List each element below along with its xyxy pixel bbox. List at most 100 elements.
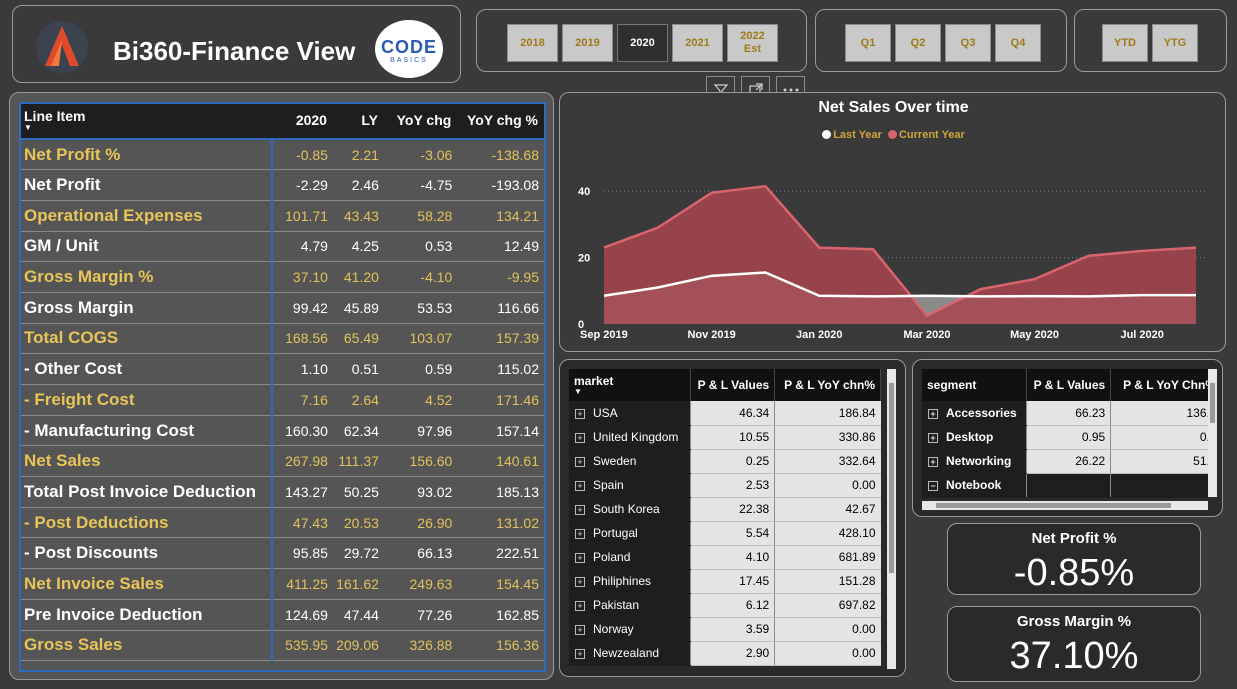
market-scroll-thumb[interactable] — [889, 383, 894, 573]
segment-col-pl-yoy[interactable]: P & L YoY Chn% — [1110, 369, 1208, 401]
market-header-row: market ▼ P & L Values P & L YoY chn% — [569, 369, 881, 401]
market-col-market[interactable]: market ▼ — [569, 369, 692, 401]
market-scrollbar[interactable] — [887, 369, 896, 669]
pl-row[interactable]: - Manufacturing Cost 160.30 62.34 97.96 157.… — [19, 415, 544, 447]
market-cell-yoy: 697.82 — [774, 593, 881, 618]
expand-icon[interactable]: + — [575, 433, 585, 443]
segment-col-pl-values[interactable]: P & L Values — [1026, 369, 1112, 401]
pl-row[interactable]: - Post Deductions 47.43 20.53 26.90 131.02 — [19, 507, 544, 539]
pl-row[interactable]: Operational Expenses 101.71 43.43 58.28 134.… — [19, 200, 544, 232]
pl-col-yoy-chg[interactable]: YoY chg — [383, 102, 458, 140]
market-row[interactable]: + Poland 4.10 681.89 — [569, 545, 881, 570]
pl-cell-v: 535.95 — [271, 630, 333, 662]
collapse-icon[interactable]: − — [928, 481, 938, 491]
pl-cell-item: Net Profit — [19, 169, 273, 201]
segment-name: Desktop — [946, 430, 994, 444]
pl-cell-item: Net Invoice Sales — [19, 568, 273, 600]
year-button-1[interactable]: 2019 — [562, 24, 613, 62]
market-row[interactable]: + South Korea 22.38 42.67 — [569, 497, 881, 522]
y-tick-label: 20 — [578, 253, 590, 265]
pl-row[interactable]: Net Profit -2.29 2.46 -4.75 -193.08 — [19, 169, 544, 201]
market-col-pl-yoy[interactable]: P & L YoY chn% — [774, 369, 881, 401]
expand-icon[interactable]: + — [575, 553, 585, 563]
pl-cell-chg: 326.88 — [383, 630, 458, 662]
segment-table-viewport: segment P & L Values P & L YoY Chn% + Acc… — [922, 369, 1208, 505]
segment-name: Networking — [946, 454, 1012, 468]
pl-cell-pct: 156.36 — [457, 630, 544, 662]
expand-icon[interactable]: + — [575, 529, 585, 539]
pl-col-yoy-chg-pct[interactable]: YoY chg % — [457, 102, 544, 140]
market-cell-yoy: 0.00 — [774, 617, 881, 642]
pl-row[interactable]: Net Sales 267.98 111.37 156.60 140.61 — [19, 445, 544, 478]
market-row[interactable]: + Norway 3.59 0.00 — [569, 617, 881, 642]
ytg-button[interactable]: YTG — [1152, 24, 1198, 62]
market-name: South Korea — [593, 502, 660, 516]
market-cell-value: 10.55 — [690, 425, 775, 450]
pl-row[interactable]: Pre Invoice Deduction 124.69 47.44 77.26 162… — [19, 599, 544, 631]
year-button-2[interactable]: 2020 — [617, 24, 668, 62]
market-row[interactable]: + Sweden 0.25 332.64 — [569, 449, 881, 474]
quarter-button-q3[interactable]: Q3 — [945, 24, 991, 62]
segment-scrollbar-h[interactable] — [922, 501, 1208, 510]
pl-row[interactable]: Gross Sales 535.95 209.06 326.88 156.36 — [19, 630, 544, 662]
year-button-4[interactable]: 2022 Est — [727, 24, 778, 62]
quarter-button-q2[interactable]: Q2 — [895, 24, 941, 62]
market-row[interactable]: + USA 46.34 186.84 — [569, 401, 881, 426]
segment-scroll-thumb-h[interactable] — [936, 503, 1171, 508]
pl-cell-pct: 140.61 — [457, 445, 544, 478]
market-cell-name: + USA — [569, 401, 691, 426]
x-tick-label: Nov 2019 — [687, 329, 735, 341]
pl-col-ly[interactable]: LY — [332, 102, 384, 140]
expand-icon[interactable]: + — [575, 481, 585, 491]
expand-icon[interactable]: + — [575, 649, 585, 659]
market-row[interactable]: + Portugal 5.54 428.10 — [569, 521, 881, 546]
segment-scrollbar-v[interactable] — [1208, 369, 1217, 497]
segment-cell-value: 26.22 — [1026, 449, 1111, 474]
expand-icon[interactable]: + — [928, 408, 938, 419]
year-button-0[interactable]: 2018 — [507, 24, 558, 62]
segment-row[interactable]: + Networking 26.2251.0 — [922, 449, 1208, 474]
expand-icon[interactable]: + — [928, 457, 938, 467]
expand-icon[interactable]: + — [575, 601, 585, 611]
expand-icon[interactable]: + — [575, 625, 585, 635]
net-sales-chart[interactable]: 02040Sep 2019 Nov 2019 Jan 2020 Mar 2020 May… — [560, 93, 1225, 351]
segment-scroll-thumb-v[interactable] — [1210, 383, 1215, 423]
segment-col-segment[interactable]: segment — [922, 369, 1028, 401]
pl-cell-item: Gross Margin % — [19, 261, 273, 293]
pl-row[interactable]: Net Profit % -0.85 2.21 -3.06 -138.68 — [19, 139, 544, 171]
pl-row[interactable]: - Freight Cost 7.16 2.64 4.52 171.46 — [19, 384, 544, 416]
expand-icon[interactable]: + — [575, 408, 585, 419]
market-row[interactable]: + Philiphines 17.45 151.28 — [569, 569, 881, 594]
market-cell-yoy: 332.64 — [774, 449, 881, 474]
ytd-button[interactable]: YTD — [1102, 24, 1148, 62]
expand-icon[interactable]: + — [575, 457, 585, 467]
pl-row[interactable]: - Other Cost 1.10 0.51 0.59 115.02 — [19, 353, 544, 385]
expand-icon[interactable]: + — [928, 433, 938, 443]
pl-row[interactable]: Gross Margin % 37.10 41.20 -4.10 -9.95 — [19, 261, 544, 293]
pl-cell-item: - Other Cost — [19, 353, 273, 385]
pl-row[interactable]: - Post Discounts 95.85 29.72 66.13 222.51 — [19, 537, 544, 570]
market-row[interactable]: + Spain 2.53 0.00 — [569, 473, 881, 498]
market-row[interactable]: + Pakistan 6.12 697.82 — [569, 593, 881, 618]
expand-icon[interactable]: + — [575, 577, 585, 587]
quarter-button-q1[interactable]: Q1 — [845, 24, 891, 62]
pl-row[interactable]: GM / Unit 4.79 4.25 0.53 12.49 — [19, 231, 544, 263]
expand-icon[interactable]: + — [575, 505, 585, 515]
segment-row[interactable]: + Desktop 0.950.0 — [922, 425, 1208, 450]
pl-cell-ly: 209.06 — [332, 630, 384, 662]
market-row[interactable]: + United Kingdom 10.55 330.86 — [569, 425, 881, 450]
pl-cell-item: Pre Invoice Deduction — [19, 599, 273, 631]
market-row[interactable]: + Newzealand 2.90 0.00 — [569, 641, 881, 666]
pl-row[interactable]: Total Post Invoice Deduction 143.27 50.25 9… — [19, 476, 544, 508]
pl-row[interactable]: Net Invoice Sales 411.25 161.62 249.63 154.4… — [19, 568, 544, 600]
market-col-pl-values[interactable]: P & L Values — [690, 369, 776, 401]
pl-row[interactable]: Gross Margin 99.42 45.89 53.53 116.66 — [19, 292, 544, 324]
pl-row[interactable]: Total COGS 168.56 65.49 103.07 157.39 — [19, 323, 544, 355]
year-button-3[interactable]: 2021 — [672, 24, 723, 62]
x-tick-label: Jul 2020 — [1120, 329, 1163, 341]
quarter-button-q4[interactable]: Q4 — [995, 24, 1041, 62]
segment-row[interactable]: + Accessories 66.23136.2 — [922, 401, 1208, 426]
pl-col-line-item[interactable]: Line Item ▼ — [19, 102, 272, 140]
segment-row[interactable]: − Notebook — [922, 473, 1208, 498]
pl-col-2020[interactable]: 2020 — [271, 102, 333, 140]
